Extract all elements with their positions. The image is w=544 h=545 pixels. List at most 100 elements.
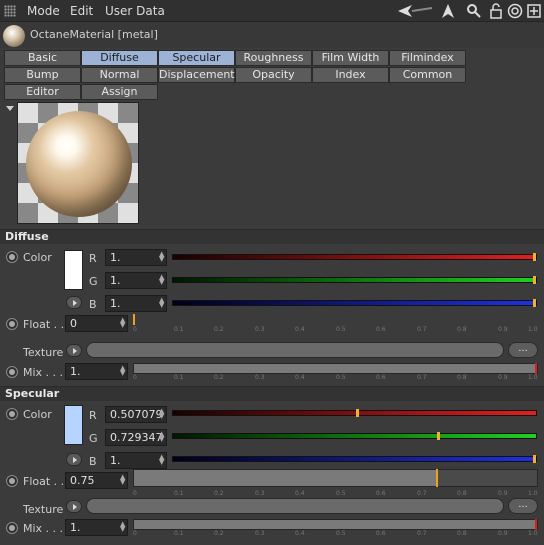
material-thumbnail[interactable] — [3, 25, 25, 47]
tick-label: 0.7 — [417, 490, 427, 497]
tick-label: 0.3 — [255, 530, 265, 537]
tick-label: 0.9 — [498, 490, 508, 497]
diffuse-g-field[interactable]: 1. ▲ ▼ — [105, 272, 167, 289]
tab-common[interactable]: Common — [389, 67, 466, 83]
preview-toggle-icon[interactable] — [6, 106, 14, 111]
diffuse-mix-field[interactable]: 1. ▲ ▼ — [65, 363, 128, 380]
target-icon[interactable] — [507, 3, 523, 19]
tick-label: 0.2 — [214, 326, 224, 333]
diffuse-float-slider[interactable] — [133, 314, 538, 325]
tick-label: 1.0 — [528, 374, 538, 381]
diffuse-r-marker[interactable] — [533, 253, 536, 261]
tick-label: 0.6 — [376, 374, 386, 381]
diffuse-texture-expand-button[interactable] — [66, 344, 82, 357]
tick-label: 0.5 — [336, 490, 346, 497]
tick-label: 0.1 — [174, 374, 184, 381]
material-title: OctaneMaterial [metal] — [30, 28, 158, 41]
diffuse-r-field[interactable]: 1. ▲ ▼ — [105, 249, 167, 266]
tab-normal[interactable]: Normal — [81, 67, 158, 83]
tab-film-width[interactable]: Film Width — [312, 50, 389, 66]
specular-mix-radio[interactable] — [6, 522, 18, 534]
tick-label: 0.1 — [174, 530, 184, 537]
tick-label: 0.8 — [457, 374, 467, 381]
tab-index[interactable]: Index — [312, 67, 389, 83]
specular-mix-ticks: 0 0.1 0.2 0.3 0.4 0.5 0.6 0.7 0.8 0.9 1.0 — [133, 530, 538, 540]
menu-user-data[interactable]: User Data — [105, 4, 165, 18]
specular-color-swatch[interactable] — [64, 405, 83, 445]
menu-mode[interactable]: Mode — [27, 4, 60, 18]
tick-label: 0.8 — [457, 326, 467, 333]
tab-assign[interactable]: Assign — [81, 84, 158, 100]
specular-texture-browse-button[interactable]: ... — [508, 498, 538, 514]
specular-r-field[interactable]: 0.507079 ▲ ▼ — [105, 406, 167, 423]
diffuse-mix-ticks: 0 0.1 0.2 0.3 0.4 0.5 0.6 0.7 0.8 0.9 1.0 — [133, 374, 538, 384]
lock-icon[interactable] — [488, 3, 504, 19]
specular-b-marker[interactable] — [533, 455, 536, 463]
menu-edit[interactable]: Edit — [70, 4, 93, 18]
tab-basic[interactable]: Basic — [4, 50, 81, 66]
specular-g-slider[interactable] — [172, 432, 537, 440]
specular-r-marker[interactable] — [356, 409, 359, 417]
specular-g-marker[interactable] — [437, 432, 440, 440]
specular-r-label: R — [89, 409, 97, 422]
tab-bump[interactable]: Bump — [4, 67, 81, 83]
diffuse-float-radio[interactable] — [6, 318, 18, 330]
specular-mix-field[interactable]: 1. ▲ ▼ — [65, 519, 128, 536]
diffuse-b-field[interactable]: 1. ▲ ▼ — [105, 295, 167, 312]
diffuse-g-slider[interactable] — [172, 276, 537, 284]
tick-label: 0.5 — [336, 326, 346, 333]
tick-label: 0.8 — [457, 530, 467, 537]
tab-roughness[interactable]: Roughness — [235, 50, 312, 66]
diffuse-texture-label: Texture — [23, 346, 64, 359]
diffuse-mix-radio[interactable] — [6, 366, 18, 378]
specular-texture-expand-button[interactable] — [66, 500, 82, 513]
material-preview[interactable] — [17, 102, 139, 224]
tick-label: 0.6 — [376, 490, 386, 497]
tick-label: 0.4 — [295, 530, 305, 537]
grip-icon — [4, 5, 16, 17]
specular-mix-slider[interactable] — [133, 519, 538, 530]
search-icon[interactable] — [466, 3, 482, 19]
specular-r-slider[interactable] — [172, 409, 537, 417]
specular-float-radio[interactable] — [6, 475, 18, 487]
diffuse-texture-slot[interactable] — [86, 342, 504, 358]
diffuse-r-slider[interactable] — [172, 253, 537, 261]
specular-texture-slot[interactable] — [86, 498, 504, 514]
tab-displacement[interactable]: Displacement — [158, 67, 235, 83]
menu-bar: Mode Edit User Data — [0, 0, 544, 22]
up-arrow-icon[interactable] — [440, 3, 456, 19]
specular-expand-button[interactable] — [66, 453, 82, 466]
specular-b-slider[interactable] — [172, 455, 537, 463]
diffuse-b-slider[interactable] — [172, 299, 537, 307]
tab-editor[interactable]: Editor — [4, 84, 81, 100]
tab-opacity[interactable]: Opacity — [235, 67, 312, 83]
diffuse-color-radio[interactable] — [6, 251, 18, 263]
tick-label: 0.9 — [498, 326, 508, 333]
diffuse-expand-button[interactable] — [66, 296, 82, 309]
tick-label: 0 — [133, 374, 137, 381]
specular-float-label: Float . . — [23, 475, 65, 488]
diffuse-mix-slider[interactable] — [133, 363, 538, 374]
diffuse-color-swatch[interactable] — [64, 250, 83, 290]
diffuse-b-marker[interactable] — [533, 299, 536, 307]
diffuse-texture-browse-button[interactable]: ... — [508, 342, 538, 358]
diffuse-float-field[interactable]: 0 ▲ ▼ — [65, 315, 128, 332]
tick-label: 0.3 — [255, 490, 265, 497]
specular-float-slider[interactable] — [133, 469, 538, 487]
tick-label: 0.1 — [174, 326, 184, 333]
tick-label: 0.4 — [295, 374, 305, 381]
tick-label: 0.8 — [457, 490, 467, 497]
specular-color-radio[interactable] — [6, 408, 18, 420]
section-diffuse-heading: Diffuse — [0, 229, 544, 244]
tab-specular[interactable]: Specular — [158, 50, 235, 66]
tab-filmindex[interactable]: Filmindex — [389, 50, 466, 66]
specular-float-field[interactable]: 0.75 ▲ ▼ — [65, 472, 128, 489]
tick-label: 0.1 — [174, 490, 184, 497]
specular-b-label: B — [89, 455, 97, 468]
new-window-icon[interactable] — [526, 3, 542, 19]
back-arrow-icon[interactable] — [398, 3, 434, 19]
specular-g-field[interactable]: 0.729347 ▲ ▼ — [105, 429, 167, 446]
diffuse-g-marker[interactable] — [533, 276, 536, 284]
tab-diffuse[interactable]: Diffuse — [81, 50, 158, 66]
specular-b-field[interactable]: 1. ▲ ▼ — [105, 452, 167, 469]
